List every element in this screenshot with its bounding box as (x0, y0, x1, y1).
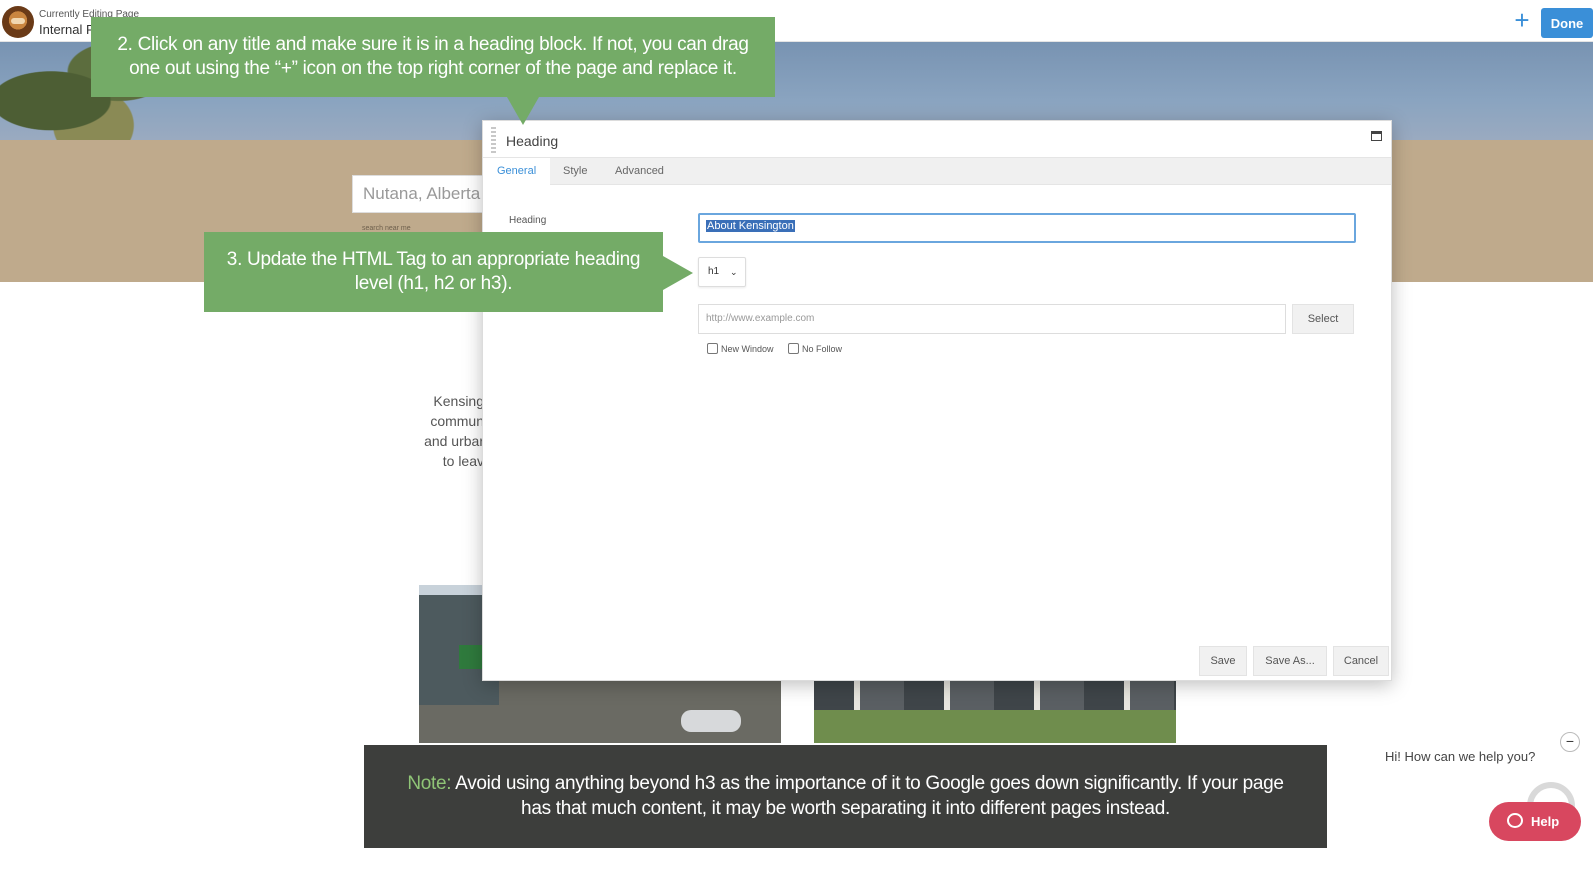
note-box: Note: Avoid using anything beyond h3 as … (364, 745, 1327, 848)
drag-handle-icon[interactable] (491, 127, 496, 153)
chat-minimize-icon[interactable]: − (1560, 732, 1580, 752)
callout-step-2-text: 2. Click on any title and make sure it i… (117, 34, 749, 79)
no-follow-label: No Follow (802, 344, 843, 354)
callout-pointer (663, 256, 693, 290)
beaver-logo-icon (2, 6, 34, 38)
new-window-checkbox[interactable] (707, 343, 718, 354)
no-follow-option[interactable]: No Follow (788, 343, 842, 357)
heading-text-input[interactable]: About Kensington (698, 213, 1356, 243)
link-url-input[interactable]: http://www.example.com (698, 304, 1286, 334)
add-content-plus-icon[interactable]: + (1511, 7, 1533, 33)
cancel-button[interactable]: Cancel (1333, 646, 1389, 676)
body-text-line: and urbar (424, 433, 484, 449)
body-text-line: to leav (442, 453, 484, 469)
save-as-button[interactable]: Save As... (1253, 646, 1327, 676)
heading-settings-modal: Heading General Style Advanced Heading A… (482, 120, 1392, 681)
html-tag-select[interactable]: h1 ⌄ (698, 257, 746, 287)
modal-tab-bar: General Style Advanced (483, 157, 1391, 186)
chevron-down-icon: ⌄ (730, 267, 738, 277)
heading-input-value: About Kensington (706, 220, 795, 232)
callout-pointer (507, 97, 539, 125)
note-text: Avoid using anything beyond h3 as the im… (451, 773, 1284, 819)
photo-car (681, 710, 741, 732)
screen: Nutana, Alberta search near me Kensing c… (0, 0, 1593, 883)
chat-greeting-bubble[interactable]: Hi! How can we help you? (1372, 738, 1562, 776)
about-body-text: Kensing commun and urbar to leav (414, 391, 484, 471)
location-search-input[interactable]: Nutana, Alberta (352, 175, 502, 213)
callout-step-2: 2. Click on any title and make sure it i… (91, 17, 775, 125)
tab-general[interactable]: General (483, 158, 551, 186)
new-window-option[interactable]: New Window (707, 343, 774, 357)
current-page-name: Internal P (39, 22, 95, 37)
new-window-label: New Window (721, 344, 774, 354)
note-label: Note: (407, 773, 452, 794)
no-follow-checkbox[interactable] (788, 343, 799, 354)
modal-title: Heading (506, 133, 559, 149)
help-label: Help (1531, 814, 1560, 829)
body-text-line: Kensing (433, 393, 484, 409)
body-text-line: commun (430, 413, 484, 429)
html-tag-value: h1 (708, 266, 720, 277)
tab-advanced[interactable]: Advanced (601, 158, 678, 185)
tab-style[interactable]: Style (549, 158, 601, 185)
link-select-button[interactable]: Select (1292, 304, 1354, 334)
heading-field-label: Heading (509, 215, 547, 226)
save-button[interactable]: Save (1199, 646, 1247, 676)
photo-house-row (814, 680, 1176, 710)
callout-step-3-text: 3. Update the HTML Tag to an appropriate… (226, 249, 641, 294)
search-near-me-link[interactable]: search near me (362, 225, 411, 232)
done-button[interactable]: Done (1541, 8, 1593, 38)
chat-bubble-icon (1507, 813, 1523, 828)
help-chat-button[interactable]: Help (1489, 802, 1581, 841)
maximize-icon[interactable] (1371, 131, 1382, 141)
callout-step-3: 3. Update the HTML Tag to an appropriate… (204, 232, 693, 312)
